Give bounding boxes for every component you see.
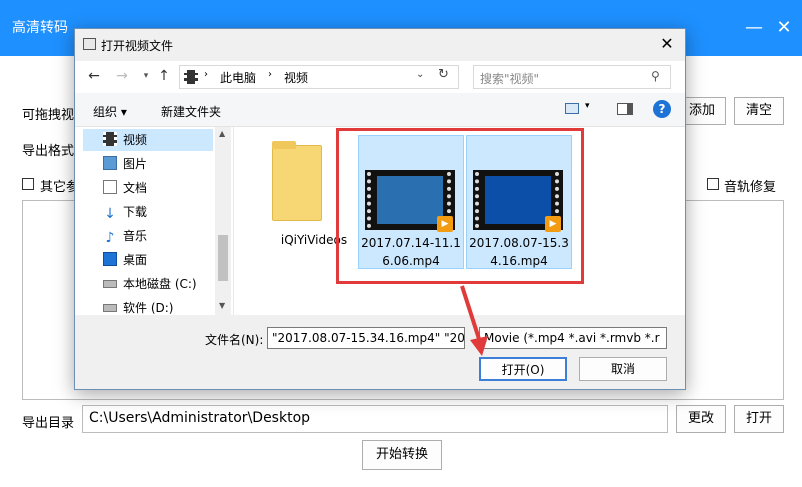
navigation-pane: 视频 图片 文档 ↓ 下载 ♪ 音乐 桌面 本地磁盘 (C:) 软件 (D:) ▲ …: [75, 127, 233, 315]
desktop-icon: [103, 252, 117, 266]
change-dir-button[interactable]: 更改: [676, 405, 726, 433]
dialog-title: 打开视频文件: [101, 39, 174, 53]
filetype-select[interactable]: Movie (*.mp4 *.avi *.rmvb *.r: [479, 327, 667, 349]
folder-tab-icon: [272, 141, 296, 149]
documents-icon: [103, 180, 117, 194]
breadcrumb-separator-icon: ›: [268, 69, 272, 80]
scroll-up-icon[interactable]: ▲: [219, 129, 225, 138]
up-arrow-icon[interactable]: ↑: [155, 67, 173, 85]
video-folder-icon: [103, 132, 117, 146]
filename-label: 文件名(N):: [205, 333, 264, 347]
preview-pane-icon[interactable]: [617, 103, 633, 115]
new-folder-button[interactable]: 新建文件夹: [161, 103, 221, 120]
other-params-checkbox[interactable]: [22, 178, 34, 190]
annotation-arrow-icon: [460, 285, 488, 356]
search-icon: ⚲: [651, 69, 660, 83]
audio-fix-checkbox[interactable]: [707, 178, 719, 190]
export-format-label: 导出格式: [22, 144, 75, 159]
nav-item-drive-c[interactable]: 本地磁盘 (C:): [103, 273, 215, 295]
pictures-icon: [103, 156, 117, 170]
folder-icon: [272, 145, 322, 221]
start-convert-button[interactable]: 开始转换: [362, 440, 442, 470]
view-dropdown-icon[interactable]: ▾: [585, 101, 590, 111]
highlight-box: [336, 128, 584, 284]
breadcrumb-separator-icon: ›: [204, 69, 208, 80]
address-dropdown-icon[interactable]: ⌄: [416, 69, 424, 80]
back-arrow-icon[interactable]: ←: [85, 67, 103, 85]
open-button[interactable]: 打开(O): [479, 357, 567, 381]
minimize-button[interactable]: —: [740, 14, 768, 42]
breadcrumb-videos[interactable]: 视频: [284, 69, 308, 86]
audio-fix-label: 音轨修复: [724, 180, 777, 195]
refresh-icon[interactable]: ↻: [438, 67, 449, 82]
music-icon: ♪: [105, 230, 115, 246]
view-mode-icon[interactable]: [565, 103, 579, 114]
dialog-bottom-panel: 文件名(N): "2017.08.07-15.34.16.mp4" "20 Mo…: [75, 315, 685, 389]
filename-input[interactable]: "2017.08.07-15.34.16.mp4" "20: [267, 327, 465, 349]
nav-item-documents[interactable]: 文档: [103, 177, 215, 199]
forward-arrow-icon[interactable]: →: [113, 67, 131, 85]
drag-hint-label: 可拖拽视: [22, 108, 75, 123]
cancel-button[interactable]: 取消: [579, 357, 667, 381]
scroll-down-icon[interactable]: ▼: [219, 301, 225, 310]
recent-chevron-icon[interactable]: ▾: [137, 67, 155, 85]
nav-scrollbar[interactable]: ▲ ▼: [215, 127, 231, 315]
address-bar[interactable]: › 此电脑 › 视频 ⌄ ↻: [179, 65, 459, 89]
breadcrumb-this-pc[interactable]: 此电脑: [220, 69, 256, 86]
clear-button[interactable]: 清空: [734, 97, 784, 125]
scroll-thumb[interactable]: [218, 235, 228, 281]
search-input[interactable]: 搜索"视频": [473, 65, 671, 89]
nav-item-music[interactable]: ♪ 音乐: [103, 225, 215, 247]
dialog-toolbar: 组织 ▾ 新建文件夹 ▾ ?: [75, 93, 685, 127]
organize-menu[interactable]: 组织 ▾: [93, 103, 127, 120]
nav-item-downloads[interactable]: ↓ 下载: [103, 201, 215, 223]
dialog-close-button[interactable]: ✕: [655, 33, 679, 55]
download-icon: ↓: [104, 206, 116, 222]
nav-item-videos[interactable]: 视频: [103, 129, 215, 151]
output-dir-label: 导出目录: [22, 416, 75, 431]
navigation-bar: ← → ▾ ↑ › 此电脑 › 视频 ⌄ ↻ 搜索"视频" ⚲: [75, 61, 685, 93]
open-dir-button[interactable]: 打开: [734, 405, 784, 433]
dialog-app-icon: [83, 38, 96, 50]
drive-icon: [103, 304, 117, 312]
video-folder-icon: [184, 70, 198, 84]
close-button[interactable]: ✕: [770, 14, 798, 42]
help-icon[interactable]: ?: [653, 100, 671, 118]
app-title: 高清转码: [12, 20, 68, 36]
nav-item-desktop[interactable]: 桌面: [103, 249, 215, 271]
drive-icon: [103, 280, 117, 288]
nav-item-pictures[interactable]: 图片: [103, 153, 215, 175]
output-dir-input[interactable]: C:\Users\Administrator\Desktop: [82, 405, 668, 433]
